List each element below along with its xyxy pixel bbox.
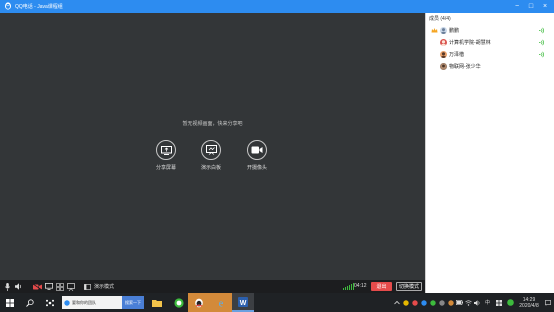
member-name: 万泽楷 <box>449 52 465 58</box>
grid-icon[interactable] <box>54 280 65 293</box>
system-tray: 中 14:29 2020/4/8 <box>392 293 554 312</box>
whiteboard-label: 演示白板 <box>200 165 221 171</box>
member-item[interactable]: 鹏鹏 <box>426 26 554 35</box>
members-header: 成员 (4/4) <box>429 15 451 22</box>
close-button[interactable]: × <box>538 0 552 13</box>
share-actions: 分享屏幕 演示白板 开摄像头 <box>0 140 425 180</box>
tray-icon[interactable] <box>428 293 437 312</box>
tray-icon[interactable] <box>392 293 401 312</box>
camera-button[interactable]: 开摄像头 <box>240 140 274 171</box>
tray-icon[interactable] <box>401 293 410 312</box>
qq-logo-icon <box>3 2 12 11</box>
wifi-icon[interactable] <box>464 293 473 312</box>
wechat-icon[interactable] <box>168 293 190 312</box>
whiteboard-button[interactable]: 演示白板 <box>194 140 228 171</box>
switch-mode-button[interactable]: 切换模式 <box>396 282 422 291</box>
call-timer: 04:12 <box>354 283 367 289</box>
grid-tray-icon[interactable] <box>493 293 504 312</box>
video-area: 暂无视频画面，快来分享吧 分享屏幕 演示白板 开摄像头 <box>0 13 425 280</box>
notification-icon[interactable] <box>542 293 554 312</box>
avatar <box>440 39 447 46</box>
avatar <box>440 51 447 58</box>
tray-icon[interactable] <box>446 293 455 312</box>
svg-text:e: e <box>219 298 224 308</box>
member-name: 计算机学院-胡慧林 <box>449 40 491 46</box>
speaker-icon[interactable] <box>13 280 24 293</box>
member-item[interactable]: 物联网-张少华 <box>426 62 554 71</box>
clock[interactable]: 14:29 2020/4/8 <box>516 297 542 309</box>
speaking-icon <box>538 39 545 46</box>
screen-share-icon <box>156 140 176 160</box>
empty-hint: 暂无视频画面，快来分享吧 <box>182 121 243 127</box>
avatar <box>440 27 447 34</box>
camera-icon <box>247 140 267 160</box>
windows-start-icon[interactable] <box>0 293 20 312</box>
browser-tab-title: 要和你的团队 <box>72 299 96 305</box>
browser-search-box[interactable]: 要和你的团队 <box>62 296 122 309</box>
member-item[interactable]: 万泽楷 <box>426 50 554 59</box>
taskbar: 要和你的团队 搜索一下 e W 中 14:29 2020/4/8 <box>0 293 554 312</box>
volume-icon[interactable] <box>473 293 482 312</box>
task-view-icon[interactable] <box>40 293 60 312</box>
file-explorer-icon[interactable] <box>146 293 168 312</box>
crown-icon <box>431 27 438 34</box>
camera-label: 开摄像头 <box>246 165 267 171</box>
wechat-tray-icon[interactable] <box>504 293 516 312</box>
qq-taskbar-icon[interactable] <box>188 293 210 312</box>
share-screen-small-icon[interactable] <box>43 280 54 293</box>
speaking-icon <box>538 51 545 58</box>
network-signal-icon <box>343 283 354 290</box>
member-item[interactable]: 计算机学院-胡慧林 <box>426 38 554 47</box>
tray-icon[interactable] <box>437 293 446 312</box>
minimize-button[interactable]: − <box>510 0 524 13</box>
avatar <box>440 63 447 70</box>
members-panel: 成员 (4/4) 鹏鹏 计算机学院-胡慧林 万泽楷 物联网-张少华 <box>425 13 554 293</box>
edge-browser-icon[interactable]: e <box>210 293 232 312</box>
speaking-icon <box>538 27 545 34</box>
title-bar: QQ电话 - Java课程组 − □ × <box>0 0 554 13</box>
share-screen-button[interactable]: 分享屏幕 <box>149 140 183 171</box>
svg-text:W: W <box>240 300 247 307</box>
clock-date: 2020/4/8 <box>519 302 539 309</box>
exit-call-button[interactable]: 退出 <box>371 282 392 291</box>
camera-off-icon[interactable] <box>32 280 43 293</box>
share-screen-label: 分享屏幕 <box>155 165 176 171</box>
whiteboard-icon <box>201 140 221 160</box>
collapse-icon[interactable] <box>82 280 93 293</box>
ime-indicator[interactable]: 中 <box>482 293 493 312</box>
search-icon[interactable] <box>20 293 40 312</box>
word-icon[interactable]: W <box>232 293 254 312</box>
member-name: 物联网-张少华 <box>449 64 481 70</box>
collapse-label[interactable]: 演示模式 <box>94 283 114 290</box>
member-name: 鹏鹏 <box>449 28 460 34</box>
tray-icon[interactable] <box>419 293 428 312</box>
browser-icon <box>64 299 70 306</box>
browser-search-button[interactable]: 搜索一下 <box>122 296 144 309</box>
maximize-button[interactable]: □ <box>524 0 538 13</box>
whiteboard-small-icon[interactable] <box>65 280 76 293</box>
call-control-bar: 演示模式 04:12 退出 切换模式 <box>0 280 425 293</box>
microphone-icon[interactable] <box>2 280 13 293</box>
tray-icon[interactable] <box>410 293 419 312</box>
window-title: QQ电话 - Java课程组 <box>15 4 63 10</box>
battery-icon[interactable] <box>455 293 464 312</box>
